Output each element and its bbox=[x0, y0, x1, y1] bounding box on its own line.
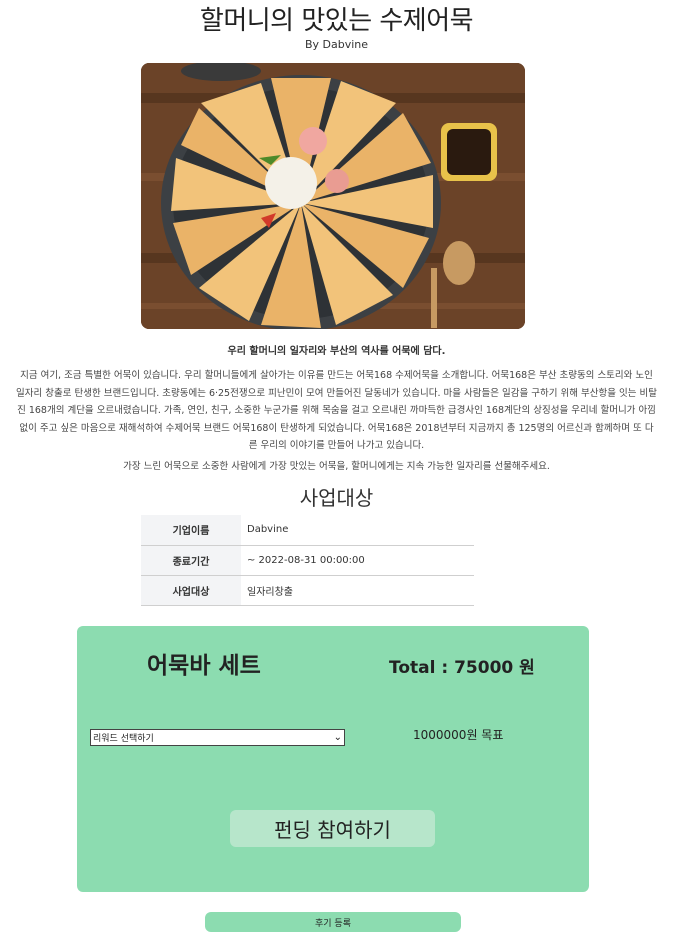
chevron-down-icon: ⌄ bbox=[333, 732, 342, 743]
review-button[interactable]: 후기 등록 bbox=[205, 912, 461, 932]
business-info-table: 기업이름 Dabvine 종료기간 ~ 2022-08-31 00:00:00 … bbox=[141, 515, 474, 606]
reward-select[interactable]: 리워드 선택하기 ⌄ bbox=[90, 729, 345, 746]
subtitle: 우리 할머니의 일자리와 부산의 역사를 어묵에 담다. bbox=[227, 346, 446, 357]
table-row: 종료기간 ~ 2022-08-31 00:00:00 bbox=[141, 545, 474, 576]
total-price: Total : 75000 원 bbox=[389, 658, 535, 678]
reward-select-value: 리워드 선택하기 bbox=[93, 734, 154, 744]
table-row: 사업대상 일자리창출 bbox=[141, 575, 474, 606]
author-label: By Dabvine bbox=[304, 38, 369, 51]
fund-button[interactable]: 펀딩 참여하기 bbox=[230, 810, 435, 847]
table-row: 기업이름 Dabvine bbox=[141, 515, 474, 546]
product-name: 어묵바 세트 bbox=[147, 653, 261, 679]
row-key: 사업대상 bbox=[141, 575, 241, 606]
goal-amount: 1000000원 목표 bbox=[413, 728, 504, 742]
description-closing: 가장 느린 어묵으로 소중한 사람에게 가장 맛있는 어묵을, 할머니에게는 지… bbox=[123, 461, 550, 472]
funding-card: 어묵바 세트 Total : 75000 원 리워드 선택하기 ⌄ 100000… bbox=[77, 626, 589, 892]
business-section-title: 사업대상 bbox=[299, 486, 374, 510]
row-value: 일자리창출 bbox=[241, 575, 474, 606]
row-value: Dabvine bbox=[241, 515, 474, 546]
row-key: 기업이름 bbox=[141, 515, 241, 546]
row-value: ~ 2022-08-31 00:00:00 bbox=[241, 545, 474, 576]
description: 지금 여기, 조금 특별한 어묵이 있습니다. 우리 할머니들에게 살아가는 이… bbox=[16, 370, 657, 451]
row-key: 종료기간 bbox=[141, 545, 241, 576]
page-title: 할머니의 맛있는 수제어묵 bbox=[199, 6, 474, 36]
product-image bbox=[141, 63, 525, 329]
